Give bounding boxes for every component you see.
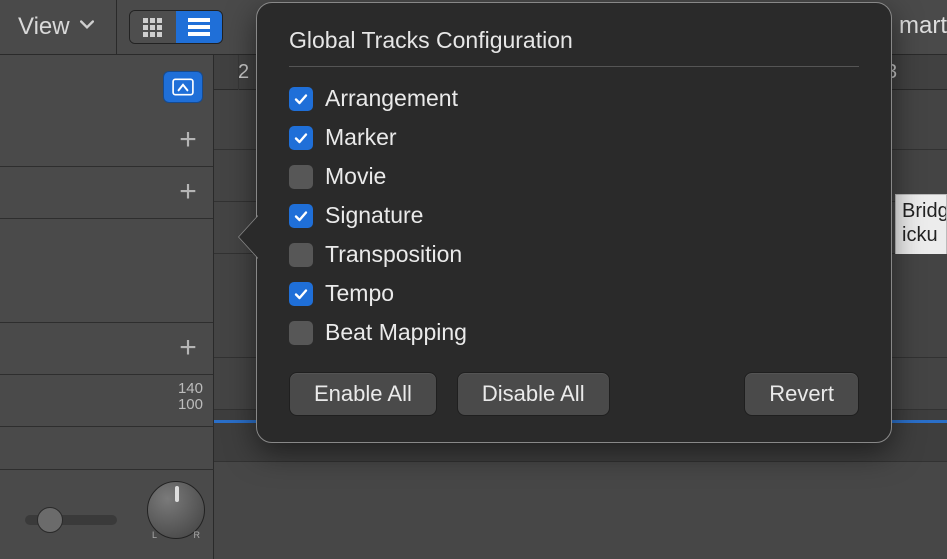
pan-knob[interactable]: L R xyxy=(147,481,205,539)
checkbox-row-marker[interactable]: Marker xyxy=(289,124,859,151)
list-view-button[interactable] xyxy=(176,11,222,43)
track-header-row: + xyxy=(0,323,213,375)
checkbox-label: Movie xyxy=(325,163,386,190)
pan-right-label: R xyxy=(194,530,201,540)
pan-left-label: L xyxy=(152,530,157,540)
tempo-upper: 140 xyxy=(178,381,203,397)
view-dropdown-label: View xyxy=(18,13,70,41)
track-header-row: + xyxy=(0,115,213,167)
checkbox-label: Transposition xyxy=(325,241,462,268)
list-icon xyxy=(188,18,210,36)
checkbox[interactable] xyxy=(289,165,313,189)
checkbox[interactable] xyxy=(289,243,313,267)
checkbox-row-movie[interactable]: Movie xyxy=(289,163,859,190)
bottom-controls: L R xyxy=(0,469,214,549)
popover-title: Global Tracks Configuration xyxy=(289,27,859,67)
tempo-values: 140 100 xyxy=(178,381,203,413)
collapse-global-tracks-button[interactable] xyxy=(163,71,203,103)
clip-title-line2: icku xyxy=(902,223,940,247)
checkbox-row-arrangement[interactable]: Arrangement xyxy=(289,85,859,112)
popover-button-row: Enable All Disable All Revert xyxy=(289,372,859,416)
add-track-button[interactable]: + xyxy=(175,337,201,363)
chevron-down-icon xyxy=(80,20,94,34)
revert-button[interactable]: Revert xyxy=(744,372,859,416)
checkbox-label: Marker xyxy=(325,124,397,151)
tempo-header-row: 140 100 xyxy=(0,375,213,427)
pan-knob-labels: L R xyxy=(148,530,204,540)
tempo-lower: 100 xyxy=(178,397,203,413)
checkbox-row-signature[interactable]: Signature xyxy=(289,202,859,229)
add-track-button[interactable]: + xyxy=(175,181,201,207)
enable-all-button[interactable]: Enable All xyxy=(289,372,437,416)
checkbox-row-beat-mapping[interactable]: Beat Mapping xyxy=(289,319,859,346)
add-track-button[interactable]: + xyxy=(175,129,201,155)
checkbox[interactable] xyxy=(289,321,313,345)
checkbox-row-tempo[interactable]: Tempo xyxy=(289,280,859,307)
collapse-icon xyxy=(172,78,194,96)
track-header-panel: + + + 140 100 L R xyxy=(0,55,214,559)
ruler-tick: 2 xyxy=(238,61,249,84)
view-dropdown[interactable]: View xyxy=(18,13,94,41)
checkbox[interactable] xyxy=(289,204,313,228)
toolbar-divider xyxy=(116,0,117,55)
checkbox-label: Signature xyxy=(325,202,423,229)
checkbox-label: Beat Mapping xyxy=(325,319,467,346)
track-lane[interactable] xyxy=(214,462,947,559)
region-clip[interactable]: Bridg icku xyxy=(895,194,947,256)
track-header-row xyxy=(0,219,213,323)
checkbox[interactable] xyxy=(289,126,313,150)
checkbox-label: Arrangement xyxy=(325,85,458,112)
global-tracks-checklist: Arrangement Marker Movie Signature Transposi… xyxy=(289,85,859,346)
disable-all-button[interactable]: Disable All xyxy=(457,372,610,416)
horizontal-zoom-slider[interactable] xyxy=(25,515,117,525)
grid-view-button[interactable] xyxy=(130,11,176,43)
checkbox[interactable] xyxy=(289,282,313,306)
truncated-label-right: mart xyxy=(899,12,947,40)
checkbox[interactable] xyxy=(289,87,313,111)
checkbox-label: Tempo xyxy=(325,280,394,307)
checkbox-row-transposition[interactable]: Transposition xyxy=(289,241,859,268)
track-header-row: + xyxy=(0,167,213,219)
grid-icon xyxy=(143,18,162,37)
global-tracks-config-popover: Global Tracks Configuration Arrangement M… xyxy=(256,2,892,443)
clip-title-line1: Bridg xyxy=(902,199,940,223)
slider-thumb[interactable] xyxy=(37,507,63,533)
view-mode-segmented xyxy=(129,10,223,44)
